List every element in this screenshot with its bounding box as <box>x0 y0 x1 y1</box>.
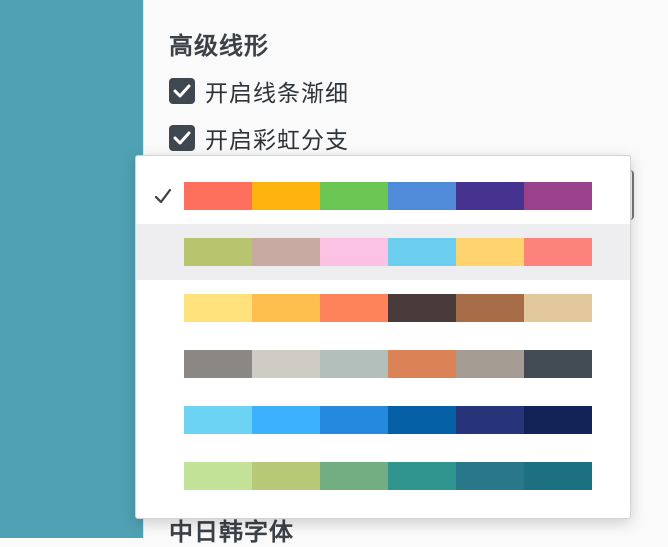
color-swatch <box>320 406 388 434</box>
color-swatch <box>456 238 524 266</box>
checkmark-icon <box>173 131 191 145</box>
color-swatch <box>252 238 320 266</box>
color-swatch <box>388 294 456 322</box>
color-swatch <box>320 182 388 210</box>
left-sidebar-background <box>0 0 143 538</box>
color-swatch <box>456 462 524 490</box>
palette-swatches <box>184 350 592 378</box>
color-swatch <box>456 182 524 210</box>
palette-option[interactable] <box>136 448 630 504</box>
palette-option[interactable] <box>136 224 630 280</box>
palette-option[interactable] <box>136 168 630 224</box>
color-swatch <box>184 462 252 490</box>
checkbox-rainbow-branches[interactable] <box>169 125 195 151</box>
color-swatch <box>456 406 524 434</box>
palette-option[interactable] <box>136 336 630 392</box>
color-swatch <box>320 238 388 266</box>
color-swatch <box>184 350 252 378</box>
color-swatch <box>524 406 592 434</box>
color-swatch <box>388 406 456 434</box>
color-swatch <box>184 182 252 210</box>
color-swatch <box>524 294 592 322</box>
color-swatch <box>524 238 592 266</box>
checkmark-icon <box>173 84 191 98</box>
palette-swatches <box>184 182 592 210</box>
palette-option[interactable] <box>136 392 630 448</box>
color-swatch <box>388 350 456 378</box>
color-swatch <box>524 462 592 490</box>
color-swatch <box>456 294 524 322</box>
palette-option[interactable] <box>136 280 630 336</box>
color-swatch <box>184 406 252 434</box>
color-swatch <box>524 182 592 210</box>
color-swatch <box>320 350 388 378</box>
option-rainbow-branches[interactable]: 开启彩虹分支 <box>169 123 349 154</box>
color-swatch <box>184 294 252 322</box>
color-palette-dropdown[interactable] <box>135 155 631 519</box>
color-swatch <box>524 350 592 378</box>
color-swatch <box>456 350 524 378</box>
color-swatch <box>252 462 320 490</box>
color-swatch <box>252 406 320 434</box>
option-label: 开启彩虹分支 <box>205 128 349 154</box>
color-swatch <box>252 182 320 210</box>
color-swatch <box>320 294 388 322</box>
color-swatch <box>252 294 320 322</box>
color-swatch <box>388 238 456 266</box>
color-swatch <box>320 462 388 490</box>
color-swatch <box>184 238 252 266</box>
option-tapered-lines[interactable]: 开启线条渐细 <box>169 76 349 107</box>
palette-swatches <box>184 462 592 490</box>
palette-swatches <box>184 294 592 322</box>
selected-check-icon <box>154 188 172 204</box>
palette-swatches <box>184 406 592 434</box>
checkbox-tapered-lines[interactable] <box>169 78 195 104</box>
color-swatch <box>388 462 456 490</box>
option-label: 开启线条渐细 <box>205 81 349 107</box>
color-swatch <box>388 182 456 210</box>
palette-swatches <box>184 238 592 266</box>
color-swatch <box>252 350 320 378</box>
section-title-advanced-lines: 高级线形 <box>169 32 269 60</box>
